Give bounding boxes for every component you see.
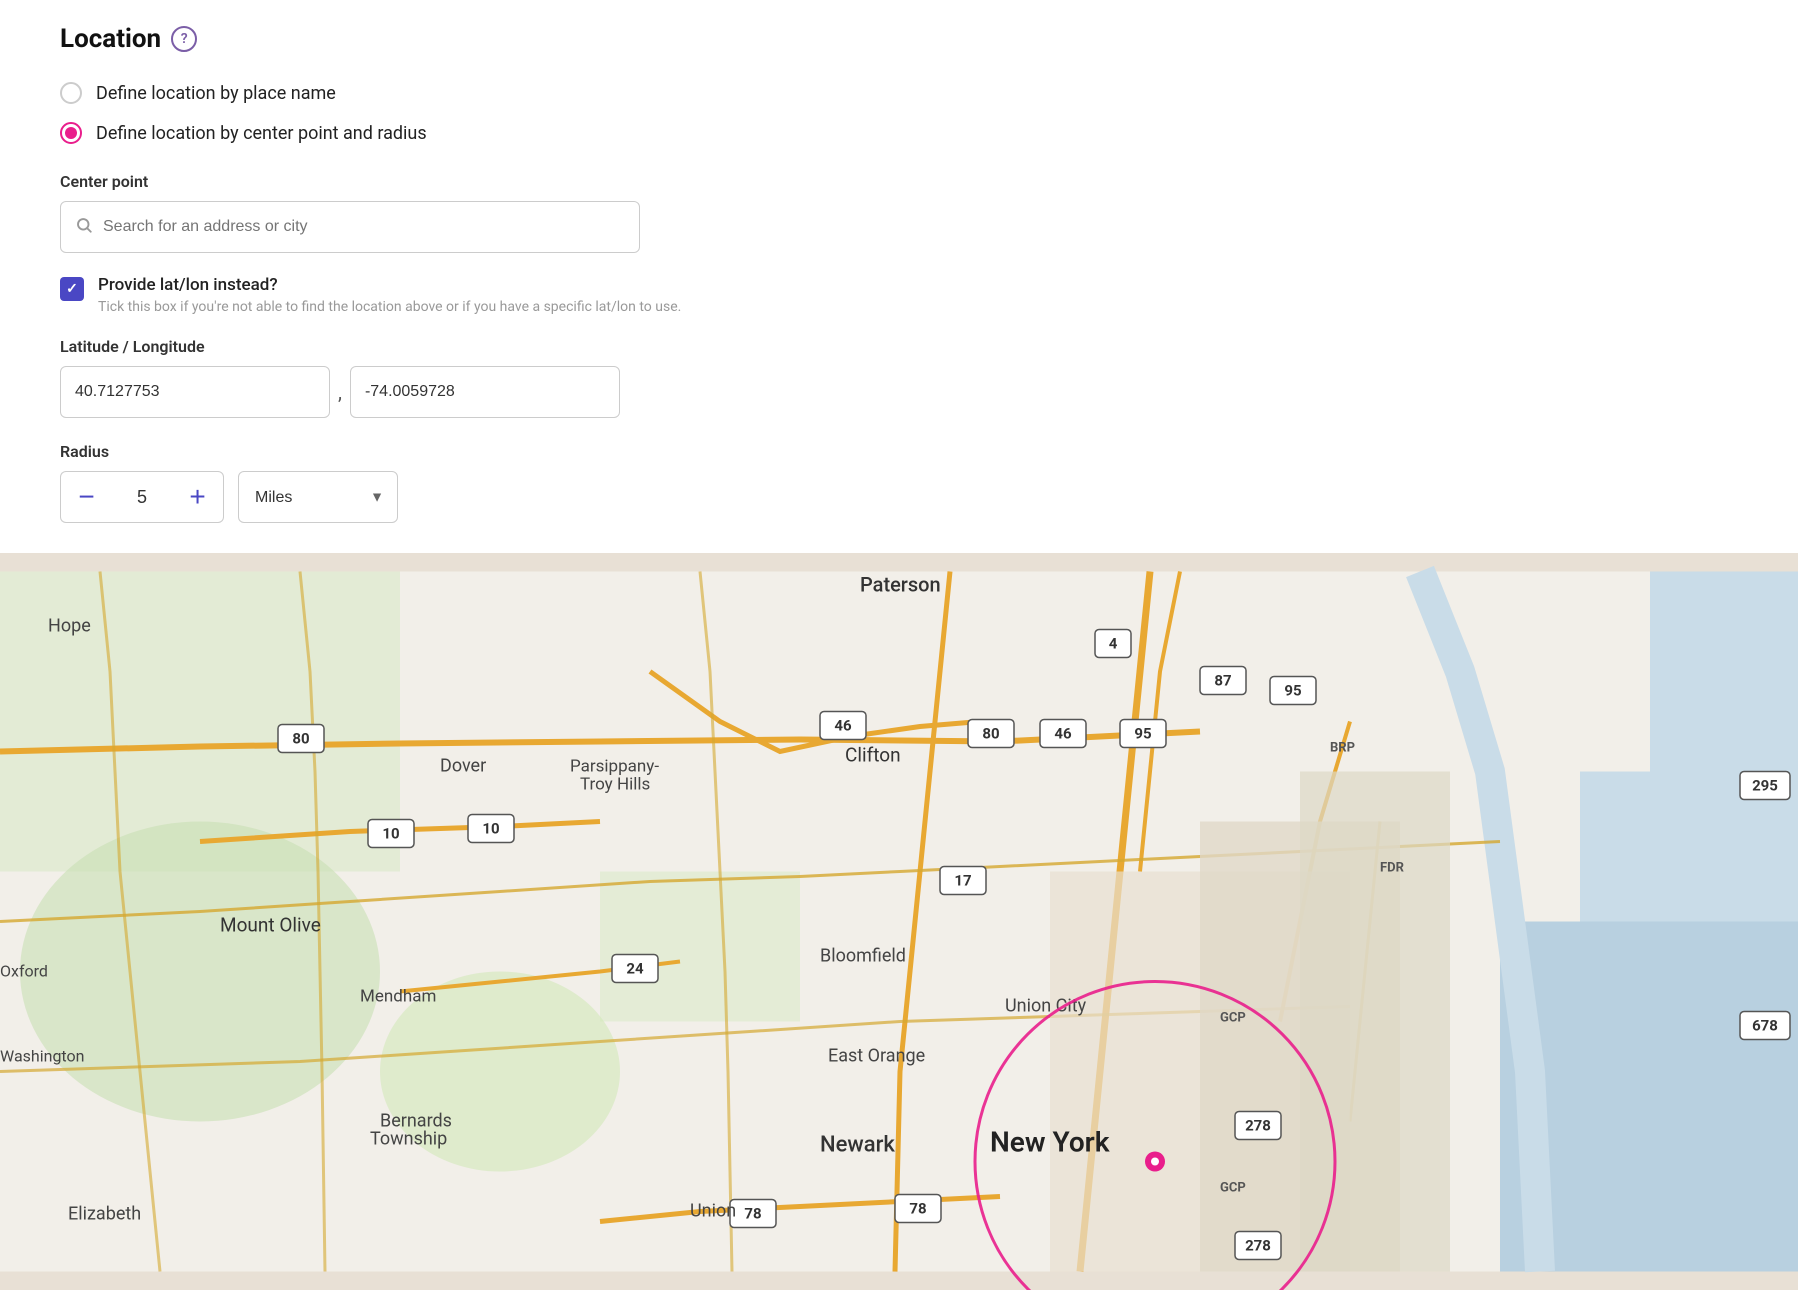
svg-text:Clifton: Clifton [845,744,901,767]
svg-text:295: 295 [1752,777,1778,795]
longitude-input[interactable] [350,366,620,418]
lat-lon-inputs: , [60,366,1738,418]
radio-circle-center-point [60,122,82,144]
svg-text:New York: New York [990,1126,1110,1159]
center-point-field: Center point [60,172,1738,253]
section-title-row: Location ? [60,24,1738,54]
location-form: Location ? Define location by place name… [0,0,1798,553]
unit-select-wrapper: Miles Kilometers ▼ [238,471,398,523]
lat-lon-section: Latitude / Longitude , [60,337,1738,418]
svg-text:BRP: BRP [1330,741,1355,756]
svg-text:Mount Olive: Mount Olive [220,914,321,937]
checkmark-icon: ✓ [66,281,78,297]
latitude-input[interactable] [60,366,330,418]
svg-text:Bloomfield: Bloomfield [820,946,906,967]
lat-lon-checkbox[interactable]: ✓ [60,277,84,301]
svg-text:Union City: Union City [1005,996,1087,1017]
radio-option-center-point[interactable]: Define location by center point and radi… [60,122,1738,144]
center-point-label: Center point [60,172,1738,191]
svg-text:24: 24 [626,960,644,978]
checkbox-text-group: Provide lat/lon instead? Tick this box i… [98,275,681,315]
svg-text:78: 78 [744,1205,761,1223]
radius-section: Radius − + Miles Kilometers ▼ [60,442,1738,523]
radio-label-place-name: Define location by place name [96,83,336,104]
svg-text:Newark: Newark [820,1133,895,1158]
svg-text:FDR: FDR [1380,861,1405,876]
search-icon [75,216,93,239]
svg-text:80: 80 [982,725,999,743]
map-svg: 80 80 87 10 10 46 46 17 [0,553,1798,1290]
radio-label-center-point: Define location by center point and radi… [96,123,427,144]
coord-separator: , [330,380,350,404]
svg-text:Township: Township [370,1129,447,1150]
svg-text:87: 87 [1214,672,1231,690]
svg-text:678: 678 [1752,1017,1778,1035]
svg-text:GCP: GCP [1220,1011,1246,1026]
radio-group: Define location by place name Define loc… [60,82,1738,144]
svg-text:46: 46 [1054,725,1072,743]
svg-text:Dover: Dover [440,756,486,777]
svg-text:East Orange: East Orange [828,1046,925,1067]
svg-text:Mendham: Mendham [360,987,436,1007]
svg-text:278: 278 [1245,1117,1271,1135]
lat-lon-label: Latitude / Longitude [60,337,1738,356]
radius-label: Radius [60,442,1738,461]
svg-text:17: 17 [954,872,971,890]
svg-text:Union: Union [690,1201,736,1222]
svg-text:Parsippany-: Parsippany- [570,757,659,777]
svg-text:80: 80 [292,730,309,748]
svg-text:78: 78 [909,1200,926,1218]
radius-increase-button[interactable]: + [172,471,224,523]
map-section: 80 80 87 10 10 46 46 17 [0,553,1798,1290]
svg-text:95: 95 [1134,725,1151,743]
svg-text:4: 4 [1109,635,1118,653]
svg-text:Troy Hills: Troy Hills [580,775,650,795]
search-box[interactable] [60,201,640,253]
unit-select[interactable]: Miles Kilometers [238,471,398,523]
radius-decrease-button[interactable]: − [60,471,112,523]
checkbox-sub-label: Tick this box if you're not able to find… [98,299,681,315]
svg-text:46: 46 [834,717,852,735]
svg-text:Washington: Washington [0,1047,84,1066]
svg-text:Oxford: Oxford [0,962,48,981]
lat-lon-checkbox-row: ✓ Provide lat/lon instead? Tick this box… [60,275,1738,315]
svg-text:Hope: Hope [48,616,91,637]
map-container: 80 80 87 10 10 46 46 17 [0,553,1798,1290]
svg-text:278: 278 [1245,1237,1271,1255]
svg-text:10: 10 [382,825,399,843]
radius-controls: − + Miles Kilometers ▼ [60,471,1738,523]
checkbox-main-label: Provide lat/lon instead? [98,275,681,295]
svg-text:Paterson: Paterson [860,573,941,597]
search-input[interactable] [103,218,625,236]
radius-value-input[interactable] [112,471,172,523]
help-icon[interactable]: ? [171,26,197,52]
section-title: Location [60,24,161,54]
svg-text:10: 10 [482,820,499,838]
svg-text:GCP: GCP [1220,1181,1246,1196]
radio-option-place-name[interactable]: Define location by place name [60,82,1738,104]
svg-text:Elizabeth: Elizabeth [68,1204,141,1225]
svg-text:95: 95 [1284,682,1301,700]
radio-circle-place-name [60,82,82,104]
